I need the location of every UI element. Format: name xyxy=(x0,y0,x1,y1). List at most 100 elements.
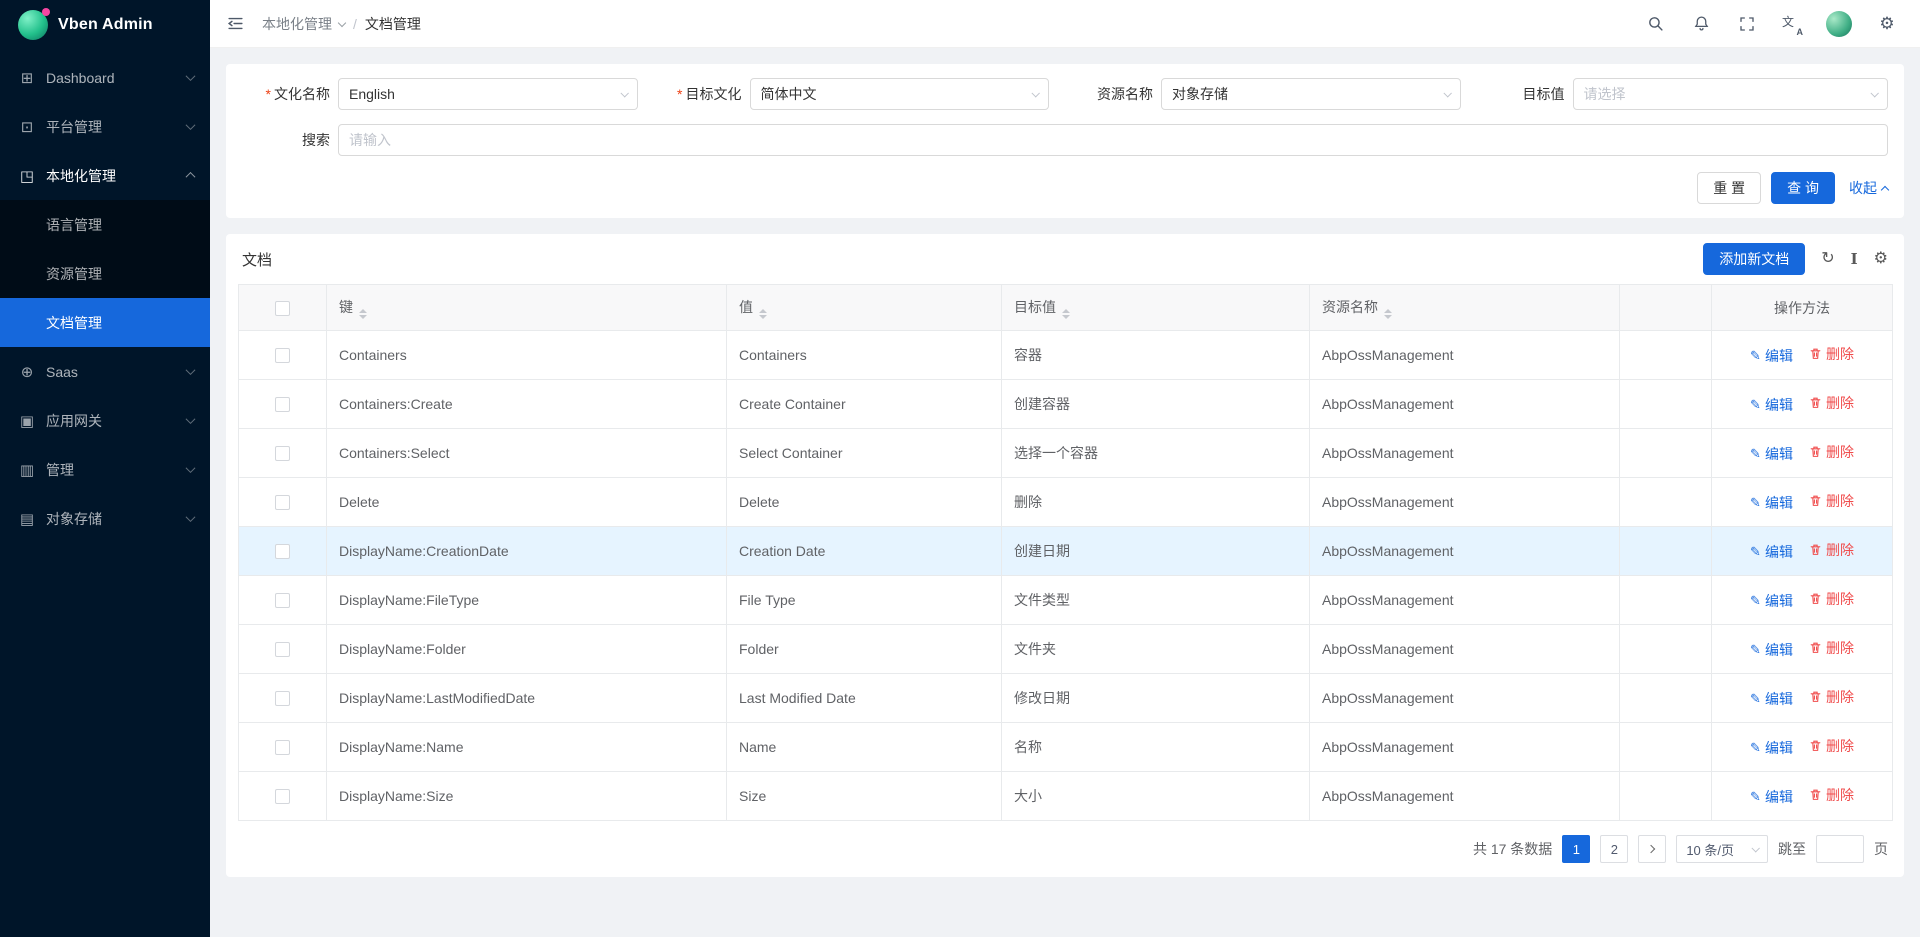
cell-resource-name: AbpOssManagement xyxy=(1310,527,1620,576)
sidebar-item-localization[interactable]: ◳本地化管理 xyxy=(0,151,210,200)
bell-icon[interactable] xyxy=(1690,13,1712,35)
query-button[interactable]: 查 询 xyxy=(1771,172,1835,204)
filter-select-2[interactable]: 对象存储 xyxy=(1161,78,1461,110)
pencil-icon: ✎ xyxy=(1750,642,1761,658)
cell-key: DisplayName:Name xyxy=(327,723,727,772)
chevron-down-icon xyxy=(186,463,196,473)
filter-fields: *文化名称English*目标文化简体中文资源名称对象存储目标值请选择 xyxy=(242,78,1888,110)
delete-button[interactable]: 删除 xyxy=(1809,687,1854,707)
sort-icon[interactable] xyxy=(359,309,367,319)
delete-button[interactable]: 删除 xyxy=(1809,589,1854,609)
cell-empty xyxy=(1620,625,1712,674)
edit-button[interactable]: ✎编辑 xyxy=(1750,591,1793,611)
reset-button[interactable]: 重 置 xyxy=(1697,172,1761,204)
row-checkbox[interactable] xyxy=(275,397,290,412)
table-title: 文档 xyxy=(242,249,272,270)
delete-button[interactable]: 删除 xyxy=(1809,491,1854,511)
column-header-2: 目标值 xyxy=(1002,285,1310,331)
page-button-2[interactable]: 2 xyxy=(1600,835,1628,863)
refresh-icon[interactable]: ↻ xyxy=(1821,251,1834,267)
sort-icon[interactable] xyxy=(1062,309,1070,319)
saas-icon: ⊕ xyxy=(18,363,36,381)
gear-icon[interactable]: ⚙ xyxy=(1876,13,1898,35)
table-settings-icon[interactable]: ⚙ xyxy=(1874,251,1888,267)
breadcrumb-parent[interactable]: 本地化管理 xyxy=(262,14,345,34)
row-checkbox[interactable] xyxy=(275,495,290,510)
edit-button[interactable]: ✎编辑 xyxy=(1750,787,1793,807)
sidebar-subitem-language[interactable]: 语言管理 xyxy=(0,200,210,249)
row-checkbox[interactable] xyxy=(275,348,290,363)
filter-select-3[interactable]: 请选择 xyxy=(1573,78,1889,110)
cell-empty xyxy=(1620,723,1712,772)
delete-button[interactable]: 删除 xyxy=(1809,785,1854,805)
row-height-icon[interactable]: I xyxy=(1851,252,1858,267)
edit-button[interactable]: ✎编辑 xyxy=(1750,444,1793,464)
chevron-down-icon xyxy=(620,89,628,97)
delete-button[interactable]: 删除 xyxy=(1809,344,1854,364)
add-document-button[interactable]: 添加新文档 xyxy=(1703,243,1805,275)
cell-resource-name: AbpOssManagement xyxy=(1310,478,1620,527)
filter-select-1[interactable]: 简体中文 xyxy=(750,78,1050,110)
edit-button[interactable]: ✎编辑 xyxy=(1750,689,1793,709)
sidebar-item-oss[interactable]: ▤对象存储 xyxy=(0,494,210,543)
next-page-button[interactable] xyxy=(1638,835,1666,863)
translate-icon[interactable]: 文 A xyxy=(1782,14,1802,34)
topbar: 本地化管理 / 文档管理 文 A ⚙ xyxy=(210,0,1920,48)
edit-button[interactable]: ✎编辑 xyxy=(1750,346,1793,366)
fullscreen-icon[interactable] xyxy=(1736,13,1758,35)
translate-main-glyph: 文 xyxy=(1782,13,1794,30)
row-checkbox[interactable] xyxy=(275,593,290,608)
avatar[interactable] xyxy=(1826,11,1852,37)
row-checkbox[interactable] xyxy=(275,642,290,657)
sidebar-collapse-icon[interactable] xyxy=(224,13,246,35)
chevron-up-icon xyxy=(186,172,196,182)
cell-value: Containers xyxy=(727,331,1002,380)
search-icon[interactable] xyxy=(1644,13,1666,35)
edit-button[interactable]: ✎编辑 xyxy=(1750,395,1793,415)
logo-icon xyxy=(18,10,48,40)
sort-icon[interactable] xyxy=(759,309,767,319)
sidebar-subitem-resource[interactable]: 资源管理 xyxy=(0,249,210,298)
row-checkbox[interactable] xyxy=(275,544,290,559)
edit-button[interactable]: ✎编辑 xyxy=(1750,640,1793,660)
trash-icon xyxy=(1809,739,1822,752)
search-label: 搜索 xyxy=(242,130,338,150)
row-checkbox[interactable] xyxy=(275,789,290,804)
sidebar-subitem-document[interactable]: 文档管理 xyxy=(0,298,210,347)
chevron-down-icon xyxy=(1443,89,1451,97)
sidebar-item-gateway[interactable]: ▣应用网关 xyxy=(0,396,210,445)
column-header-3: 资源名称 xyxy=(1310,285,1620,331)
sidebar-item-saas[interactable]: ⊕Saas xyxy=(0,347,210,396)
search-input[interactable] xyxy=(338,124,1888,156)
cell-key: Containers:Select xyxy=(327,429,727,478)
delete-button[interactable]: 删除 xyxy=(1809,540,1854,560)
filter-select-0[interactable]: English xyxy=(338,78,638,110)
filter-panel: *文化名称English*目标文化简体中文资源名称对象存储目标值请选择 搜索 重… xyxy=(226,64,1904,218)
row-checkbox[interactable] xyxy=(275,446,290,461)
sidebar-item-admin[interactable]: ▥管理 xyxy=(0,445,210,494)
edit-button[interactable]: ✎编辑 xyxy=(1750,493,1793,513)
edit-button[interactable]: ✎编辑 xyxy=(1750,542,1793,562)
sort-icon[interactable] xyxy=(1384,309,1392,319)
row-checkbox[interactable] xyxy=(275,740,290,755)
delete-button[interactable]: 删除 xyxy=(1809,442,1854,462)
row-checkbox[interactable] xyxy=(275,691,290,706)
delete-button[interactable]: 删除 xyxy=(1809,393,1854,413)
pencil-icon: ✎ xyxy=(1750,348,1761,364)
cell-key: DisplayName:Folder xyxy=(327,625,727,674)
table-row: Containers:CreateCreate Container创建容器Abp… xyxy=(239,380,1893,429)
delete-button[interactable]: 删除 xyxy=(1809,638,1854,658)
select-all-checkbox[interactable] xyxy=(275,301,290,316)
logo[interactable]: Vben Admin xyxy=(0,0,210,49)
edit-button[interactable]: ✎编辑 xyxy=(1750,738,1793,758)
filter-field-label: 资源名称 xyxy=(1065,84,1161,104)
page-size-select[interactable]: 10 条/页 xyxy=(1676,835,1768,863)
sidebar-item-platform[interactable]: ⊡平台管理 xyxy=(0,102,210,151)
collapse-toggle[interactable]: 收起 xyxy=(1849,178,1888,198)
delete-button[interactable]: 删除 xyxy=(1809,736,1854,756)
jump-input[interactable] xyxy=(1816,835,1864,863)
page-size-label: 10 条/页 xyxy=(1686,840,1734,859)
cell-value: Create Container xyxy=(727,380,1002,429)
sidebar-item-dashboard[interactable]: ⊞Dashboard xyxy=(0,53,210,102)
page-button-1[interactable]: 1 xyxy=(1562,835,1590,863)
